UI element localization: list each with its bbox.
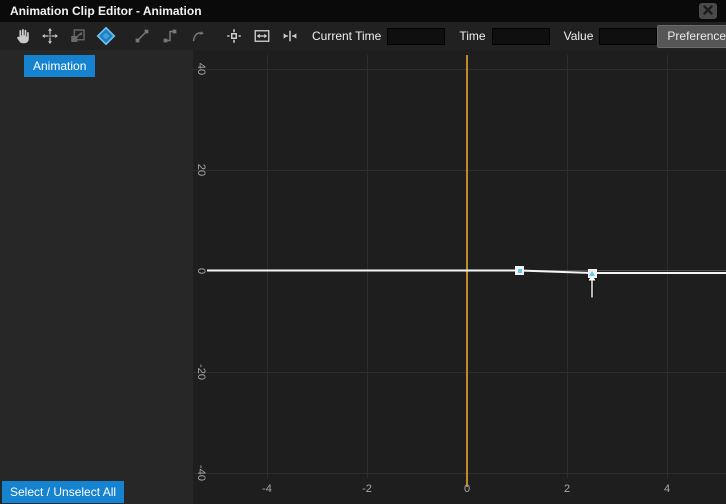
value-label: Value [564, 29, 594, 43]
y-tick-label: -20 [195, 364, 207, 380]
move-keys-button[interactable] [40, 27, 59, 46]
up-arrow-cursor [585, 273, 599, 303]
sidebar-item-animation[interactable]: Animation [24, 55, 95, 77]
smooth-tangent-icon [189, 27, 207, 45]
curve-editor-canvas[interactable]: -4-202440200-20-40 [193, 50, 726, 504]
scale-keys-button[interactable] [68, 27, 87, 46]
toolbar: Current Time Time Value Preferences [0, 22, 726, 50]
gridline-vertical [667, 55, 668, 478]
expand-arrows-icon [281, 27, 299, 45]
step-tangent-icon [161, 27, 179, 45]
time-label: Time [459, 29, 485, 43]
linear-tangent-icon [133, 27, 151, 45]
x-tick-label: 2 [564, 483, 570, 495]
value-input[interactable] [599, 28, 657, 45]
move-arrows-icon [41, 27, 59, 45]
preferences-button[interactable]: Preferences [657, 25, 726, 48]
pan-tool-button[interactable] [12, 27, 31, 46]
close-icon [703, 2, 713, 20]
current-time-input[interactable] [387, 28, 445, 45]
keyframe-selected-mark [518, 269, 522, 273]
gridline-vertical [567, 55, 568, 478]
fit-horizontal-button[interactable] [252, 27, 271, 46]
y-tick-label: 0 [195, 267, 207, 273]
time-input[interactable] [492, 28, 550, 45]
smooth-tangent-button[interactable] [188, 27, 207, 46]
scale-icon [69, 27, 87, 45]
keyframe-selected-mark [589, 271, 595, 276]
keyframe[interactable] [515, 266, 524, 275]
clip-list-panel: Animation Select / Unselect All [0, 50, 193, 504]
y-tick-label: 40 [195, 62, 207, 74]
center-crosshair-icon [225, 27, 243, 45]
gridline-horizontal [193, 170, 726, 171]
fit-width-icon [253, 27, 271, 45]
y-tick-label: -40 [195, 465, 207, 481]
select-unselect-all-button[interactable]: Select / Unselect All [2, 481, 124, 503]
window-title: Animation Clip Editor - Animation [10, 4, 202, 18]
y-tick-label: 20 [195, 163, 207, 175]
title-bar: Animation Clip Editor - Animation [0, 0, 726, 22]
gridline-horizontal [193, 372, 726, 373]
x-tick-label: 4 [664, 483, 670, 495]
keyframe-diamond-icon [96, 26, 116, 46]
center-playhead-button[interactable] [224, 27, 243, 46]
animation-curve[interactable] [193, 50, 726, 504]
current-time-label: Current Time [312, 29, 381, 43]
keyframe[interactable] [588, 269, 597, 278]
gridline-vertical [267, 55, 268, 478]
x-tick-label: 0 [464, 483, 470, 495]
close-button[interactable] [699, 3, 717, 19]
hand-icon [13, 27, 31, 45]
gridline-horizontal [193, 473, 726, 474]
step-tangent-button[interactable] [160, 27, 179, 46]
playhead-line[interactable] [466, 55, 468, 487]
fit-range-button[interactable] [280, 27, 299, 46]
x-tick-label: -4 [262, 483, 272, 495]
linear-tangent-button[interactable] [132, 27, 151, 46]
gridline-horizontal [193, 69, 726, 70]
x-tick-label: -2 [362, 483, 372, 495]
select-keys-button[interactable] [96, 27, 115, 46]
gridline-vertical [367, 55, 368, 478]
